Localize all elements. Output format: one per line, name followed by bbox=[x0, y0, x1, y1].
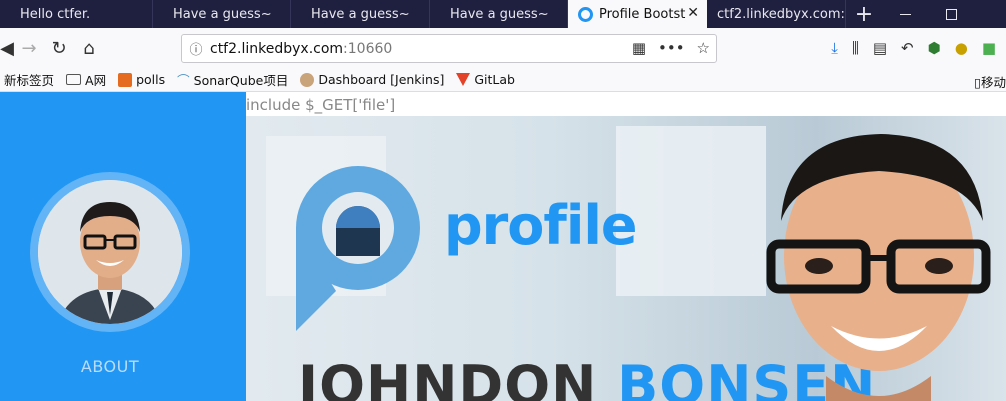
navigation-bar: ◀ → ↻ ⌂ ⓘ ctf2.linkedbyx.com:10660 ▦ •••… bbox=[0, 28, 1006, 68]
toolbar-icons: ⤓ ⫼ ▤ ↶ ⬢ ● ■ bbox=[831, 28, 1006, 68]
bookmark-jenkins[interactable]: Dashboard [Jenkins] bbox=[300, 72, 444, 87]
reload-icon: ↻ bbox=[51, 37, 67, 59]
gitlab-icon bbox=[456, 73, 471, 86]
forward-arrow-icon: → bbox=[21, 37, 37, 59]
url-text: ctf2.linkedbyx.com:10660 bbox=[210, 41, 392, 57]
avatar bbox=[38, 180, 182, 324]
close-tab-icon[interactable]: ✕ bbox=[687, 5, 699, 21]
library-icon[interactable]: ⫼ bbox=[852, 39, 859, 57]
profile-logo-icon bbox=[296, 166, 420, 331]
forward-button[interactable]: → bbox=[14, 33, 44, 63]
logo-wordmark: profile bbox=[444, 194, 638, 257]
tab-hello-ctfer[interactable]: Hello ctfer. bbox=[0, 0, 153, 28]
plus-icon: + bbox=[854, 1, 874, 27]
tab-label: ctf2.linkedbyx.com:1 bbox=[717, 6, 846, 22]
profile-favicon-icon bbox=[578, 6, 593, 22]
avatar-frame bbox=[30, 172, 190, 332]
bookmark-a-folder[interactable]: A网 bbox=[66, 70, 106, 89]
bookmark-label: 新标签页 bbox=[4, 73, 55, 88]
minimize-icon bbox=[899, 13, 911, 15]
tab-label: Have a guess~ bbox=[450, 6, 549, 22]
bookmark-label: SonarQube项目 bbox=[193, 73, 289, 88]
address-bar[interactable]: ⓘ ctf2.linkedbyx.com:10660 ▦ ••• ☆ bbox=[181, 34, 717, 63]
url-host: ctf2.linkedbyx.com bbox=[210, 40, 344, 57]
minimize-button[interactable] bbox=[882, 0, 928, 28]
bookmark-label: Dashboard [Jenkins] bbox=[318, 72, 445, 87]
tab-strip: Hello ctfer. Have a guess~ Have a guess~… bbox=[0, 0, 1006, 28]
folder-icon bbox=[66, 74, 82, 85]
tab-guess-3[interactable]: Have a guess~ bbox=[430, 0, 568, 28]
site-info-icon[interactable]: ⓘ bbox=[182, 39, 210, 58]
url-port: :10660 bbox=[343, 40, 393, 57]
about-nav-link[interactable]: ABOUT bbox=[0, 357, 220, 376]
bookmark-polls[interactable]: polls bbox=[118, 72, 165, 87]
reload-button[interactable]: ↻ bbox=[44, 33, 74, 63]
back-button[interactable]: ◀ bbox=[0, 33, 14, 63]
bookmark-gitlab[interactable]: GitLab bbox=[456, 72, 515, 87]
name-first: JOHNDON bbox=[298, 354, 598, 401]
new-tab-button[interactable]: + bbox=[846, 0, 882, 28]
hero-banner: profile JOHNDON BONSEN bbox=[246, 116, 1006, 401]
bookmark-label: GitLab bbox=[474, 72, 515, 87]
web-page: ABOUT include $_GET['file'] profile JOHN… bbox=[0, 92, 1006, 401]
background-window bbox=[616, 126, 766, 296]
back-arrow-icon: ◀ bbox=[0, 37, 14, 59]
mobile-bookmarks[interactable]: ▯移动 bbox=[974, 72, 1006, 91]
tab-profile-bootstrap[interactable]: Profile Bootst ✕ bbox=[568, 0, 707, 28]
home-button[interactable]: ⌂ bbox=[74, 33, 104, 63]
page-actions-icon[interactable]: ••• bbox=[658, 39, 685, 57]
polls-icon bbox=[118, 72, 133, 87]
tab-guess-2[interactable]: Have a guess~ bbox=[291, 0, 430, 28]
download-icon[interactable]: ⤓ bbox=[831, 39, 838, 57]
bookmarks-bar: 新标签页 A网 polls ⌒ SonarQube项目 Dashboard [Je… bbox=[0, 68, 1006, 92]
tab-label: Profile Bootst bbox=[599, 6, 686, 22]
bookmark-label: A网 bbox=[85, 73, 107, 88]
undo-icon[interactable]: ↶ bbox=[901, 39, 914, 57]
profile-sidebar: ABOUT bbox=[0, 92, 246, 401]
bookmark-sonarqube[interactable]: ⌒ SonarQube项目 bbox=[177, 70, 288, 89]
bookmark-star-icon[interactable]: ☆ bbox=[697, 39, 710, 57]
home-icon: ⌂ bbox=[83, 37, 95, 59]
extension-coin-icon[interactable]: ● bbox=[955, 39, 968, 57]
tab-guess-1[interactable]: Have a guess~ bbox=[153, 0, 291, 28]
tab-label: Have a guess~ bbox=[173, 6, 272, 22]
mobile-bookmarks-label: 移动 bbox=[980, 75, 1006, 90]
extension-shield-icon[interactable]: ⬢ bbox=[928, 39, 941, 57]
maximize-icon bbox=[945, 8, 957, 20]
tab-label: Have a guess~ bbox=[311, 6, 410, 22]
bookmark-label: polls bbox=[136, 72, 166, 87]
sonarqube-icon: ⌒ bbox=[177, 73, 190, 88]
tab-label: Hello ctfer. bbox=[20, 6, 91, 22]
tab-ctf2[interactable]: ctf2.linkedbyx.com:1 bbox=[707, 0, 846, 28]
qr-code-icon[interactable]: ▦ bbox=[632, 39, 646, 57]
extension-bug-icon[interactable]: ■ bbox=[982, 39, 996, 57]
phone-icon: ▯ bbox=[974, 75, 981, 90]
sidebar-toggle-icon[interactable]: ▤ bbox=[873, 39, 887, 57]
jenkins-icon bbox=[300, 72, 315, 87]
php-include-text: include $_GET['file'] bbox=[246, 96, 396, 114]
hero-portrait bbox=[766, 134, 991, 401]
maximize-button[interactable] bbox=[928, 0, 974, 28]
bookmark-new-tab[interactable]: 新标签页 bbox=[4, 70, 54, 89]
